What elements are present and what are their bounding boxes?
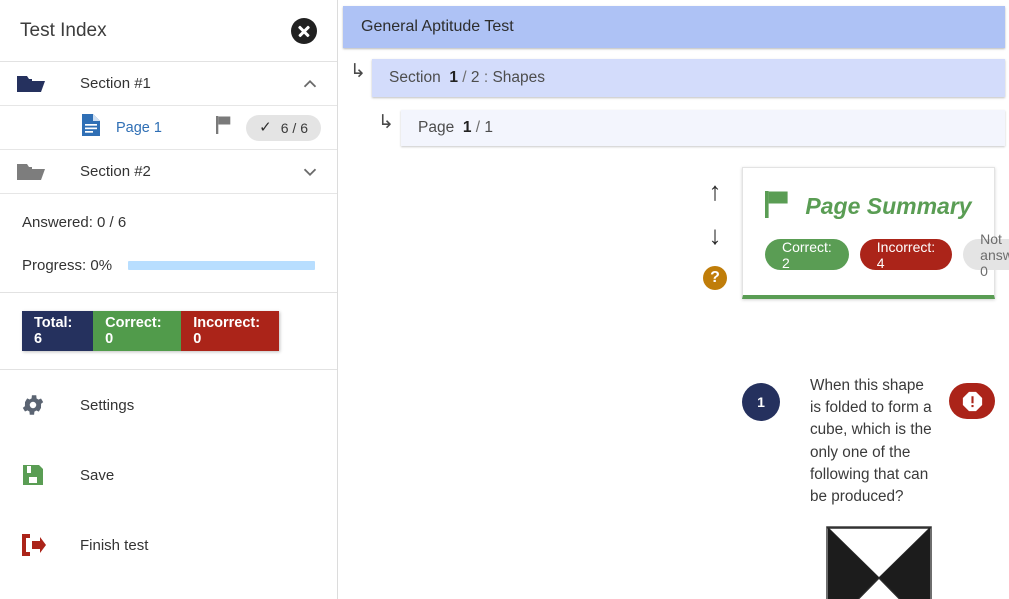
section-total: 2 [470,69,480,86]
page-summary-card: Page Summary Correct: 2 Incorrect: 4 Not… [742,167,1009,299]
flag-icon [765,190,791,223]
page-summary-header: Page Summary [743,168,994,223]
flag-icon [216,116,232,139]
question-number-badge: 1 [742,383,780,421]
section-sep: / [462,69,467,86]
page-summary-title: Page Summary [805,193,972,219]
progress-row: Progress: 0% [22,257,315,274]
corner-down-right-arrow-icon: ↳ [378,112,394,133]
correct-count: Correct: 0 [93,311,182,351]
alert-octagon-icon[interactable] [949,383,995,419]
folder-open-icon [16,73,50,95]
chevron-down-icon[interactable] [299,161,321,183]
progress-label: Progress: 0% [22,257,113,274]
chevron-up-icon[interactable] [299,73,321,95]
question-header: 1 When this shape is folded to form a cu… [742,375,995,508]
question-text: When this shape is folded to form a cube… [810,377,932,505]
arrow-down-icon[interactable]: ↓ [709,222,722,248]
sidebar-menu: Settings Save Finish test [0,369,337,580]
sidebar-item-page-1[interactable]: Page 1 ✓ 6 / 6 [0,106,337,150]
breadcrumb-section[interactable]: Section 1 / 2 : Shapes [372,59,1005,97]
section-colon: : [483,69,489,86]
sidebar-item-label: Page 1 [116,119,162,136]
sidebar-item-label: Section #1 [80,75,151,92]
test-player-app: Test Index Section #1 Page 1 ✓ 6 / 6 Sec… [0,0,1009,599]
section-current: 1 [449,69,458,86]
cube-net-diagram [826,526,995,599]
question-nav-column: ↑ ↓ ? [693,178,737,290]
page-summary-pills: Correct: 2 Incorrect: 4 Not answered: 0 [743,223,1009,279]
section-word: Section [389,69,441,86]
page-total: 1 [484,119,494,136]
save-button[interactable]: Save [0,440,337,510]
page-title: Test Index [20,19,107,41]
page-current: 1 [462,119,472,136]
section-name: Shapes [492,69,546,86]
correct-badge: Correct: 2 [765,239,849,271]
exit-door-icon [16,533,50,557]
close-icon[interactable] [291,17,317,44]
page-sep: / [475,119,481,136]
menu-item-label: Settings [80,396,135,414]
incorrect-count: Incorrect: 0 [181,311,279,351]
test-index-sidebar: Test Index Section #1 Page 1 ✓ 6 / 6 Sec… [0,0,338,599]
status-badge: ✓ 6 / 6 [246,114,321,141]
progress-bar [128,261,315,270]
breadcrumb-test[interactable]: General Aptitude Test [343,6,1005,48]
gear-icon [16,392,50,418]
sidebar-item-label: Section #2 [80,163,151,180]
total-count: Total: 6 [22,311,94,351]
section-crumb: Section 1 / 2 : Shapes [389,69,545,87]
menu-item-label: Finish test [80,536,149,554]
score-tally: Total: 6 Correct: 0 Incorrect: 0 [22,311,279,351]
question-block: 1 When this shape is folded to form a cu… [742,375,995,599]
sidebar-header: Test Index [0,0,337,62]
page-word: Page [418,119,455,136]
not-answered-badge: Not answered: 0 [963,231,1009,279]
settings-button[interactable]: Settings [0,370,337,440]
document-icon [82,114,104,141]
check-icon: ✓ [259,119,272,136]
sidebar-item-section-1[interactable]: Section #1 [0,62,337,106]
incorrect-badge: Incorrect: 4 [859,239,953,271]
answered-count: Answered: 0 / 6 [22,214,127,231]
help-icon[interactable]: ? [703,266,727,290]
floppy-disk-icon [16,463,50,487]
folder-icon [16,161,50,183]
arrow-up-icon[interactable]: ↑ [709,178,722,204]
test-title: General Aptitude Test [361,18,514,35]
stats-block: Answered: 0 / 6 Progress: 0% [0,194,337,293]
breadcrumb-page[interactable]: Page 1 / 1 [401,110,1005,146]
main-content: General Aptitude Test ↳ Section 1 / 2 : … [338,0,1009,599]
finish-test-button[interactable]: Finish test [0,510,337,580]
menu-item-label: Save [80,466,115,484]
page-crumb: Page 1 / 1 [418,119,493,137]
score-value: 6 / 6 [280,119,308,136]
corner-down-right-arrow-icon: ↳ [350,61,366,82]
sidebar-item-section-2[interactable]: Section #2 [0,150,337,194]
